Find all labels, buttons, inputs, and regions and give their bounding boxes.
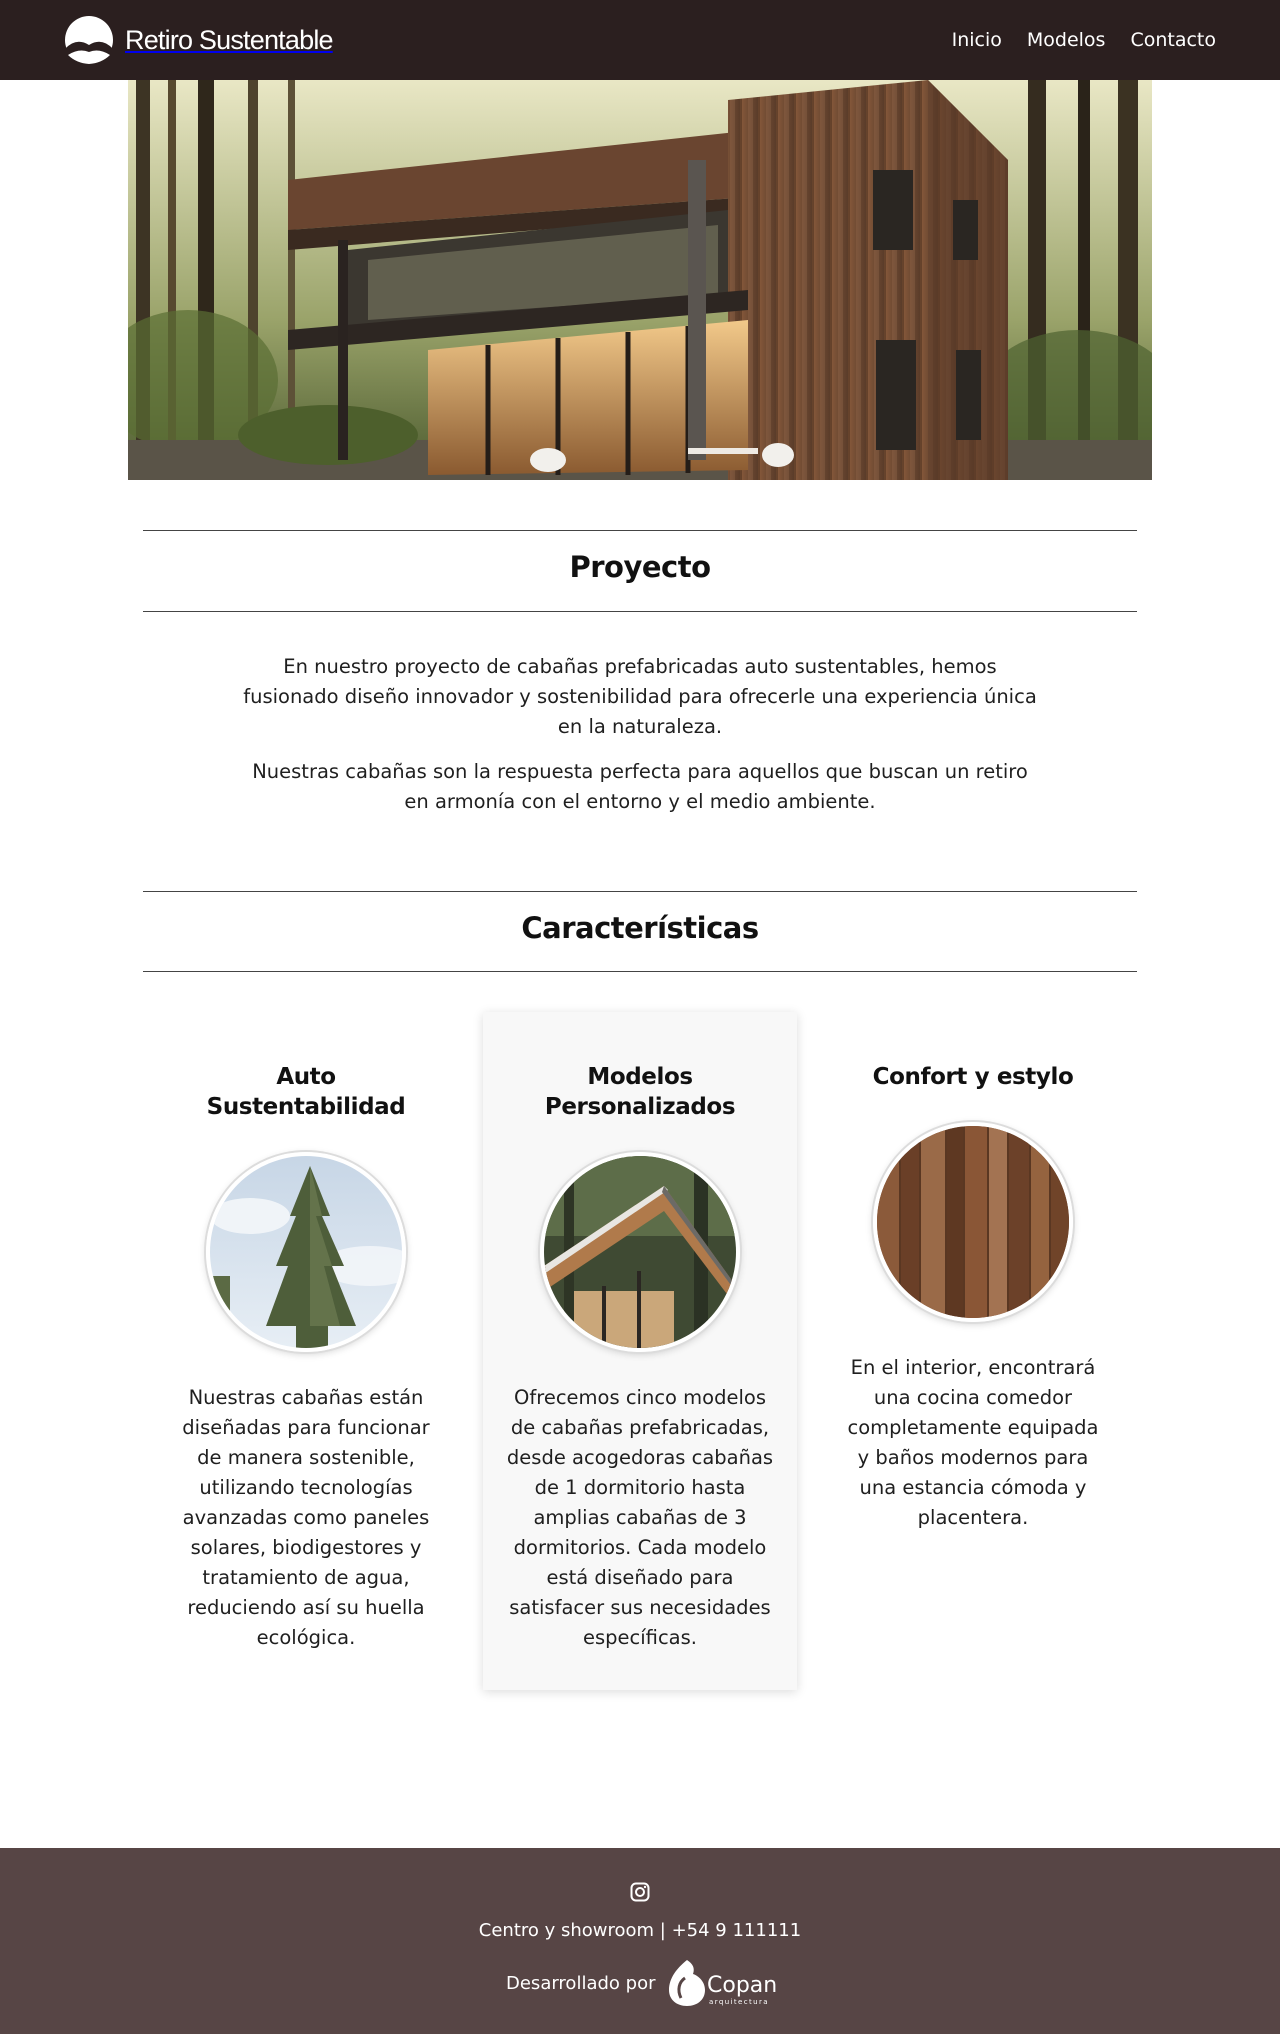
nav-link-inicio[interactable]: Inicio <box>952 29 1002 51</box>
section-divider-top <box>143 530 1137 531</box>
footer: Centro y showroom | +54 9 111111 Desarro… <box>0 1848 1280 2034</box>
wood-planks-photo <box>877 1126 1069 1318</box>
copan-logo[interactable]: Copan arquitectura <box>665 1956 785 2010</box>
card-title: Modelos Personalizados <box>544 1064 736 1120</box>
card-image <box>873 1122 1073 1322</box>
footer-contact: Centro y showroom | +54 9 111111 <box>478 1920 802 1941</box>
card-image <box>206 1152 406 1352</box>
proyecto-text: En nuestro proyecto de cabañas prefabric… <box>240 652 1040 817</box>
section-divider-bottom <box>143 971 1137 972</box>
card-text: Ofrecemos cinco modelos de cabañas prefa… <box>506 1386 774 1649</box>
copan-sub-text: arquitectura <box>709 1998 769 2006</box>
brand-name: Retiro Sustentable <box>125 24 334 55</box>
proyecto-paragraph: Nuestras cabañas son la respuesta perfec… <box>252 760 1028 813</box>
card-text: Nuestras cabañas están diseñadas para fu… <box>182 1386 430 1649</box>
footer-credit: Desarrollado por Copan arquitectura <box>506 1956 785 2010</box>
proyecto-paragraph: En nuestro proyecto de cabañas prefabric… <box>243 655 1037 738</box>
main-nav: Inicio Modelos Contacto <box>952 0 1216 80</box>
mountain-logo-icon <box>65 16 113 65</box>
wooden-cabin-forest-photo <box>128 80 1152 480</box>
feature-card-featured: Modelos Personalizados Ofrecemos cinco m… <box>483 1012 797 1690</box>
card-text: En el interior, encontrará una cocina co… <box>847 1356 1099 1529</box>
brand-link[interactable]: Retiro Sustentable <box>64 13 334 67</box>
caracteristicas-title: Características <box>521 911 759 945</box>
pine-tree-photo <box>210 1156 402 1348</box>
credit-label: Desarrollado por <box>506 1972 656 1994</box>
feature-card: Auto Sustentabilidad Nuestras cabañas es… <box>176 1062 436 1653</box>
card-title: Auto Sustentabilidad <box>206 1064 406 1120</box>
section-divider-top <box>143 891 1137 892</box>
card-title: Confort y estylo <box>872 1064 1074 1090</box>
instagram-icon <box>630 1882 650 1902</box>
section-divider-bottom <box>143 611 1137 612</box>
copan-brand-text: Copan <box>707 1973 777 1998</box>
cabin-roof-photo <box>544 1156 736 1348</box>
nav-link-contacto[interactable]: Contacto <box>1130 29 1216 51</box>
feature-card: Confort y estylo En el interior, encontr… <box>845 1062 1101 1533</box>
nav-link-modelos[interactable]: Modelos <box>1027 29 1106 51</box>
card-image <box>540 1152 740 1352</box>
hero-image <box>128 80 1152 480</box>
navbar: Retiro Sustentable Inicio Modelos Contac… <box>0 0 1280 80</box>
proyecto-title: Proyecto <box>569 550 711 584</box>
